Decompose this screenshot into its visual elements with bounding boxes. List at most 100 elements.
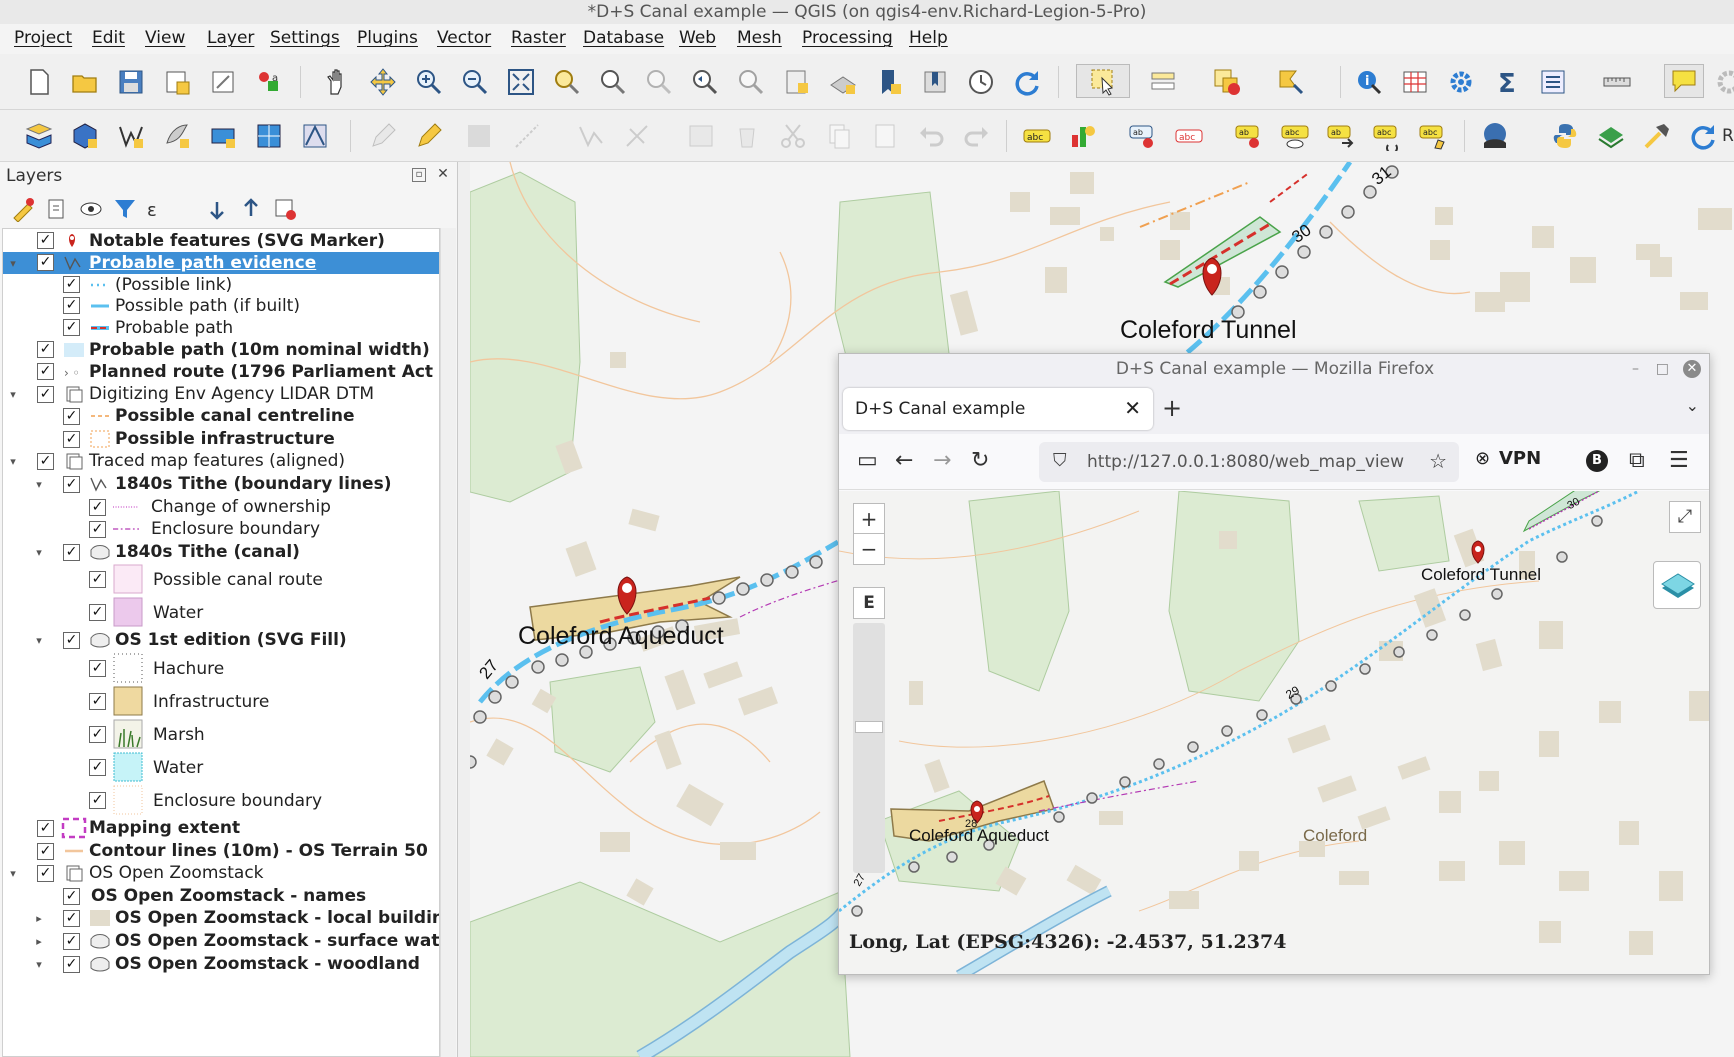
refresh-icon[interactable] (1010, 65, 1044, 99)
menu-project[interactable]: Project (14, 28, 72, 48)
expander-arrow-icon[interactable]: ▾ (7, 867, 19, 880)
layer-visibility-checkbox[interactable]: ✓ (63, 632, 80, 649)
identify-features-icon[interactable]: i (1352, 65, 1386, 99)
shield-icon[interactable]: ⛉ (1053, 450, 1067, 471)
layer-visibility-checkbox[interactable]: ✓ (37, 341, 54, 358)
bookmark-star-icon[interactable]: ☆ (1429, 449, 1447, 473)
layer-tree-row[interactable]: ✓ Enclosure boundary (3, 784, 439, 817)
layers-plugin-icon[interactable] (1594, 119, 1628, 153)
layer-tree-row[interactable]: ✓ Probable path (10m nominal width) (3, 339, 439, 361)
layer-visibility-checkbox[interactable]: ✓ (37, 363, 54, 380)
layer-visibility-checkbox[interactable]: ✓ (89, 521, 106, 538)
pan-hand-icon[interactable] (320, 65, 354, 99)
menu-vector[interactable]: Vector (437, 28, 491, 48)
open-project-icon[interactable] (68, 65, 102, 99)
zoom-in-icon[interactable] (412, 65, 446, 99)
menu-database[interactable]: Database (583, 28, 664, 48)
pan-to-selection-icon[interactable] (366, 65, 400, 99)
layer-visibility-checkbox[interactable]: ✓ (63, 319, 80, 336)
url-bar[interactable]: ⛉ http://127.0.0.1:8080/web_map_view ☆ (1039, 442, 1459, 482)
sidebar-icon[interactable]: ▭ (857, 448, 878, 473)
select-location-icon[interactable] (1274, 65, 1308, 99)
maximize-button[interactable]: □ (1656, 361, 1669, 377)
layer-tree-row[interactable]: ✓ Water (3, 596, 439, 629)
layer-tree-scrollbar[interactable] (440, 228, 456, 1057)
minimize-button[interactable]: – (1632, 361, 1639, 377)
layer-tree-row[interactable]: ✓ Contour lines (10m) - OS Terrain 50 (3, 840, 439, 863)
expander-arrow-icon[interactable]: ▾ (7, 257, 19, 270)
layer-visibility-checkbox[interactable]: ✓ (37, 865, 54, 882)
new-geopackage-layer-icon[interactable] (68, 119, 102, 153)
forward-button[interactable]: → (933, 448, 951, 473)
deselect-features-icon[interactable] (1210, 65, 1244, 99)
hammer-icon[interactable] (1640, 119, 1674, 153)
new-3d-map-view-icon[interactable] (826, 65, 860, 99)
zoom-to-layer-icon[interactable] (596, 65, 630, 99)
menu-web[interactable]: Web (679, 28, 716, 48)
layer-tree-row[interactable]: ✓ Change of ownership (3, 496, 439, 519)
save-project-icon[interactable] (114, 65, 148, 99)
zoom-last-icon[interactable] (688, 65, 722, 99)
layer-tree-row[interactable]: ▸ ✓ OS Open Zoomstack - surface water (3, 930, 439, 953)
layer-visibility-checkbox[interactable]: ✓ (63, 297, 80, 314)
undock-panel-button[interactable]: ▫ (412, 168, 426, 182)
expander-arrow-icon[interactable]: ▾ (7, 455, 19, 468)
layer-labeling-options-icon[interactable]: abc (1020, 119, 1054, 153)
browser-tab[interactable]: D+S Canal example ✕ (843, 388, 1153, 430)
expander-arrow-icon[interactable]: ▾ (33, 478, 45, 491)
close-window-button[interactable]: ✕ (1683, 360, 1701, 378)
layer-tree-row[interactable]: ✓ Possible infrastructure (3, 428, 439, 451)
expander-arrow-icon[interactable]: ▸ (33, 912, 45, 925)
layer-visibility-checkbox[interactable]: ✓ (63, 408, 80, 425)
layer-tree-row[interactable]: ▾ ✓ Digitizing Env Agency LIDAR DTM (3, 383, 439, 406)
new-tab-button[interactable]: + (1162, 394, 1182, 422)
layer-tree-row[interactable]: ▾ ✓ 1840s Tithe (boundary lines) (3, 473, 439, 496)
layer-visibility-checkbox[interactable]: ✓ (37, 820, 54, 837)
layer-visibility-checkbox[interactable]: ✓ (89, 571, 106, 588)
change-label-icon[interactable]: abc (1416, 119, 1450, 153)
layer-tree-row[interactable]: ▾ ✓ OS Open Zoomstack - woodland (3, 953, 439, 976)
layer-visibility-checkbox[interactable]: ✓ (37, 453, 54, 470)
close-tab-icon[interactable]: ✕ (1124, 396, 1141, 420)
menu-mesh[interactable]: Mesh (737, 28, 782, 48)
zoom-to-selection-icon[interactable] (550, 65, 584, 99)
reload-plugin-label[interactable]: R (1722, 126, 1734, 146)
map-tips-icon[interactable] (1664, 64, 1704, 98)
rotate-label-icon[interactable]: abc (1370, 119, 1404, 153)
new-print-layout-icon[interactable] (160, 65, 194, 99)
filter-expression-icon[interactable]: ε (144, 196, 170, 222)
layer-tree-row[interactable]: ✓ Notable features (SVG Marker) (3, 230, 439, 252)
new-bookmark-icon[interactable] (872, 65, 906, 99)
temporal-controller-icon[interactable] (964, 65, 998, 99)
layer-visibility-checkbox[interactable]: ✓ (63, 544, 80, 561)
layer-visibility-checkbox[interactable]: ✓ (37, 254, 54, 271)
zoom-slider-thumb[interactable] (855, 721, 883, 733)
add-group-icon[interactable] (44, 196, 70, 222)
layer-visibility-checkbox[interactable]: ✓ (89, 759, 106, 776)
layer-tree-row[interactable]: ✓ Infrastructure (3, 685, 439, 718)
e-control-button[interactable]: E (853, 587, 885, 619)
manage-visibility-icon[interactable] (78, 196, 104, 222)
menu-view[interactable]: View (145, 28, 185, 48)
data-source-manager-icon[interactable] (22, 119, 56, 153)
expander-arrow-icon[interactable]: ▾ (33, 634, 45, 647)
layer-visibility-checkbox[interactable]: ✓ (63, 888, 80, 905)
layer-tree-row[interactable]: ✓ Hachure (3, 652, 439, 685)
layer-visibility-checkbox[interactable]: ✓ (89, 604, 106, 621)
close-panel-button[interactable]: ✕ (436, 167, 450, 182)
gear-icon[interactable] (1712, 65, 1734, 99)
layer-visibility-checkbox[interactable]: ✓ (37, 843, 54, 860)
zoom-out-icon[interactable] (458, 65, 492, 99)
move-label-icon[interactable]: ab (1324, 119, 1358, 153)
layer-tree-row[interactable]: ✓ Mapping extent (3, 817, 439, 840)
menu-settings[interactable]: Settings (270, 28, 340, 48)
layer-visibility-checkbox[interactable]: ✓ (37, 232, 54, 249)
zoom-in-button[interactable]: + (853, 503, 885, 535)
fullscreen-icon[interactable]: ⤢ (1669, 501, 1701, 533)
layer-visibility-checkbox[interactable]: ✓ (89, 726, 106, 743)
layer-visibility-checkbox[interactable]: ✓ (89, 693, 106, 710)
new-virtual-layer-icon[interactable] (252, 119, 286, 153)
zoom-slider-track[interactable] (853, 623, 885, 873)
style-layer-icon[interactable] (10, 196, 36, 223)
collapse-all-icon[interactable] (238, 196, 264, 222)
